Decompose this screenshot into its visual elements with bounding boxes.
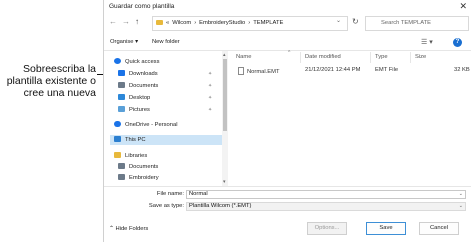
sidebar-item-libraries[interactable]: Libraries <box>114 151 147 161</box>
scroll-down-icon[interactable]: ▾ <box>223 179 226 185</box>
column-separator[interactable] <box>300 52 301 63</box>
file-name-value: Normal <box>189 191 208 197</box>
documents-icon <box>118 82 125 88</box>
column-header-date[interactable]: Date modified <box>305 54 341 60</box>
file-name-field[interactable]: Normal ⌄ <box>186 190 466 199</box>
breadcrumb-template[interactable]: TEMPLATE <box>253 20 283 26</box>
close-icon[interactable]: ✕ <box>459 1 467 12</box>
save-type-label: Save as type: <box>148 203 184 209</box>
download-icon <box>118 70 125 76</box>
sidebar-item-desktop[interactable]: Desktop <box>118 93 150 103</box>
breadcrumb-wilcom[interactable]: Wilcom <box>172 20 191 26</box>
view-options-icon[interactable]: ☰ ▾ <box>421 38 433 46</box>
chevron-down-icon[interactable]: ⌄ <box>459 191 463 198</box>
sidebar-item-embroidery[interactable]: Embroidery <box>118 173 159 183</box>
save-button[interactable]: Save <box>366 222 406 235</box>
divider <box>104 186 471 187</box>
pin-icon: ✦ <box>208 71 213 77</box>
save-type-select[interactable]: Plantilla Wilcom (*.EMT) ⌄ <box>186 202 466 211</box>
sidebar-item-this-pc[interactable]: This PC <box>110 135 222 145</box>
callout-line-3: cree una nueva <box>23 87 96 99</box>
callout-line-2: plantilla existente o <box>6 75 96 87</box>
sort-up-icon: ^ <box>288 50 291 56</box>
pin-icon: ✦ <box>208 83 213 89</box>
column-separator[interactable] <box>410 52 411 63</box>
column-header-name[interactable]: Name ^ <box>236 50 290 60</box>
sidebar-item-pictures[interactable]: Pictures <box>118 105 150 115</box>
breadcrumb-overflow[interactable]: « <box>166 20 169 26</box>
new-folder-button[interactable]: New folder <box>152 39 180 45</box>
scroll-up-icon[interactable]: ▴ <box>223 52 226 58</box>
options-button[interactable]: Options... <box>307 222 347 235</box>
star-icon <box>114 58 121 64</box>
callout-line-1: Sobreescriba la <box>23 63 96 75</box>
toolbar: Organise ▾ New folder ☰ ▾ ? <box>104 36 471 50</box>
hide-folders-toggle[interactable]: ⌃ Hide Folders <box>109 226 148 232</box>
cancel-button[interactable]: Cancel <box>419 222 459 235</box>
cloud-icon <box>114 121 121 127</box>
breadcrumb-separator: › <box>248 20 251 26</box>
organise-menu[interactable]: Organise ▾ <box>110 39 138 45</box>
navigation-scrollbar[interactable]: ▴ ▾ <box>222 51 228 186</box>
help-icon[interactable]: ? <box>453 38 462 47</box>
scrollbar-thumb[interactable] <box>223 59 227 131</box>
pictures-icon <box>118 106 125 112</box>
breadcrumb-embroiderystudio[interactable]: EmbroideryStudio <box>199 20 245 26</box>
embroidery-icon <box>118 174 125 180</box>
sidebar-item-documents[interactable]: Documents <box>118 81 158 91</box>
forward-button[interactable]: → <box>122 17 130 26</box>
refresh-icon[interactable]: ↻ <box>352 17 359 26</box>
file-list: Name ^ Date modified Type Size Normal.EM… <box>230 50 471 186</box>
file-name-label: File name: <box>156 191 184 197</box>
up-button[interactable]: ↑ <box>135 17 139 26</box>
breadcrumb-separator: › <box>194 20 197 26</box>
file-type-cell: EMT File <box>375 67 399 73</box>
pin-icon: ✦ <box>208 95 213 101</box>
save-type-value: Plantilla Wilcom (*.EMT) <box>189 203 252 209</box>
save-dialog: Guardar como plantilla ✕ ← → ↑ «Wilcom › E… <box>103 0 471 242</box>
sidebar-item-onedrive[interactable]: OneDrive - Personal <box>114 120 178 130</box>
search-input[interactable]: Search TEMPLATE <box>365 16 469 31</box>
pc-icon <box>114 136 121 142</box>
folder-icon <box>156 19 163 25</box>
title-bar: Guardar como plantilla ✕ <box>104 0 471 14</box>
column-header-size[interactable]: Size <box>415 54 426 60</box>
file-date-cell: 21/12/2021 12:44 PM <box>305 67 361 73</box>
back-button[interactable]: ← <box>109 17 117 26</box>
desktop-icon <box>118 94 125 100</box>
sidebar-item-downloads[interactable]: Downloads <box>118 69 158 79</box>
file-size-cell: 32 KB <box>454 67 470 73</box>
column-separator[interactable] <box>370 52 371 63</box>
callout-text: Sobreescriba la plantilla existente o cr… <box>0 63 96 99</box>
file-name-cell: Normal.EMT <box>238 67 280 75</box>
column-header-type[interactable]: Type <box>375 54 388 60</box>
chevron-down-icon[interactable]: ⌄ <box>336 17 341 24</box>
address-bar[interactable]: «Wilcom › EmbroideryStudio › TEMPLATE <box>152 16 348 31</box>
sidebar-item-library-documents[interactable]: Documents <box>118 162 158 172</box>
navigation-pane: Quick access Downloads ✦ Documents ✦ Des… <box>104 51 228 186</box>
navigation-bar: ← → ↑ «Wilcom › EmbroideryStudio › TEMPLATE … <box>104 16 471 32</box>
chevron-down-icon: ⌄ <box>458 203 463 209</box>
pin-icon: ✦ <box>208 107 213 113</box>
file-icon <box>238 67 244 75</box>
sidebar-item-quick-access[interactable]: Quick access <box>114 57 159 67</box>
dialog-title: Guardar como plantilla <box>109 3 175 10</box>
documents-icon <box>118 163 125 169</box>
libraries-icon <box>114 152 121 158</box>
